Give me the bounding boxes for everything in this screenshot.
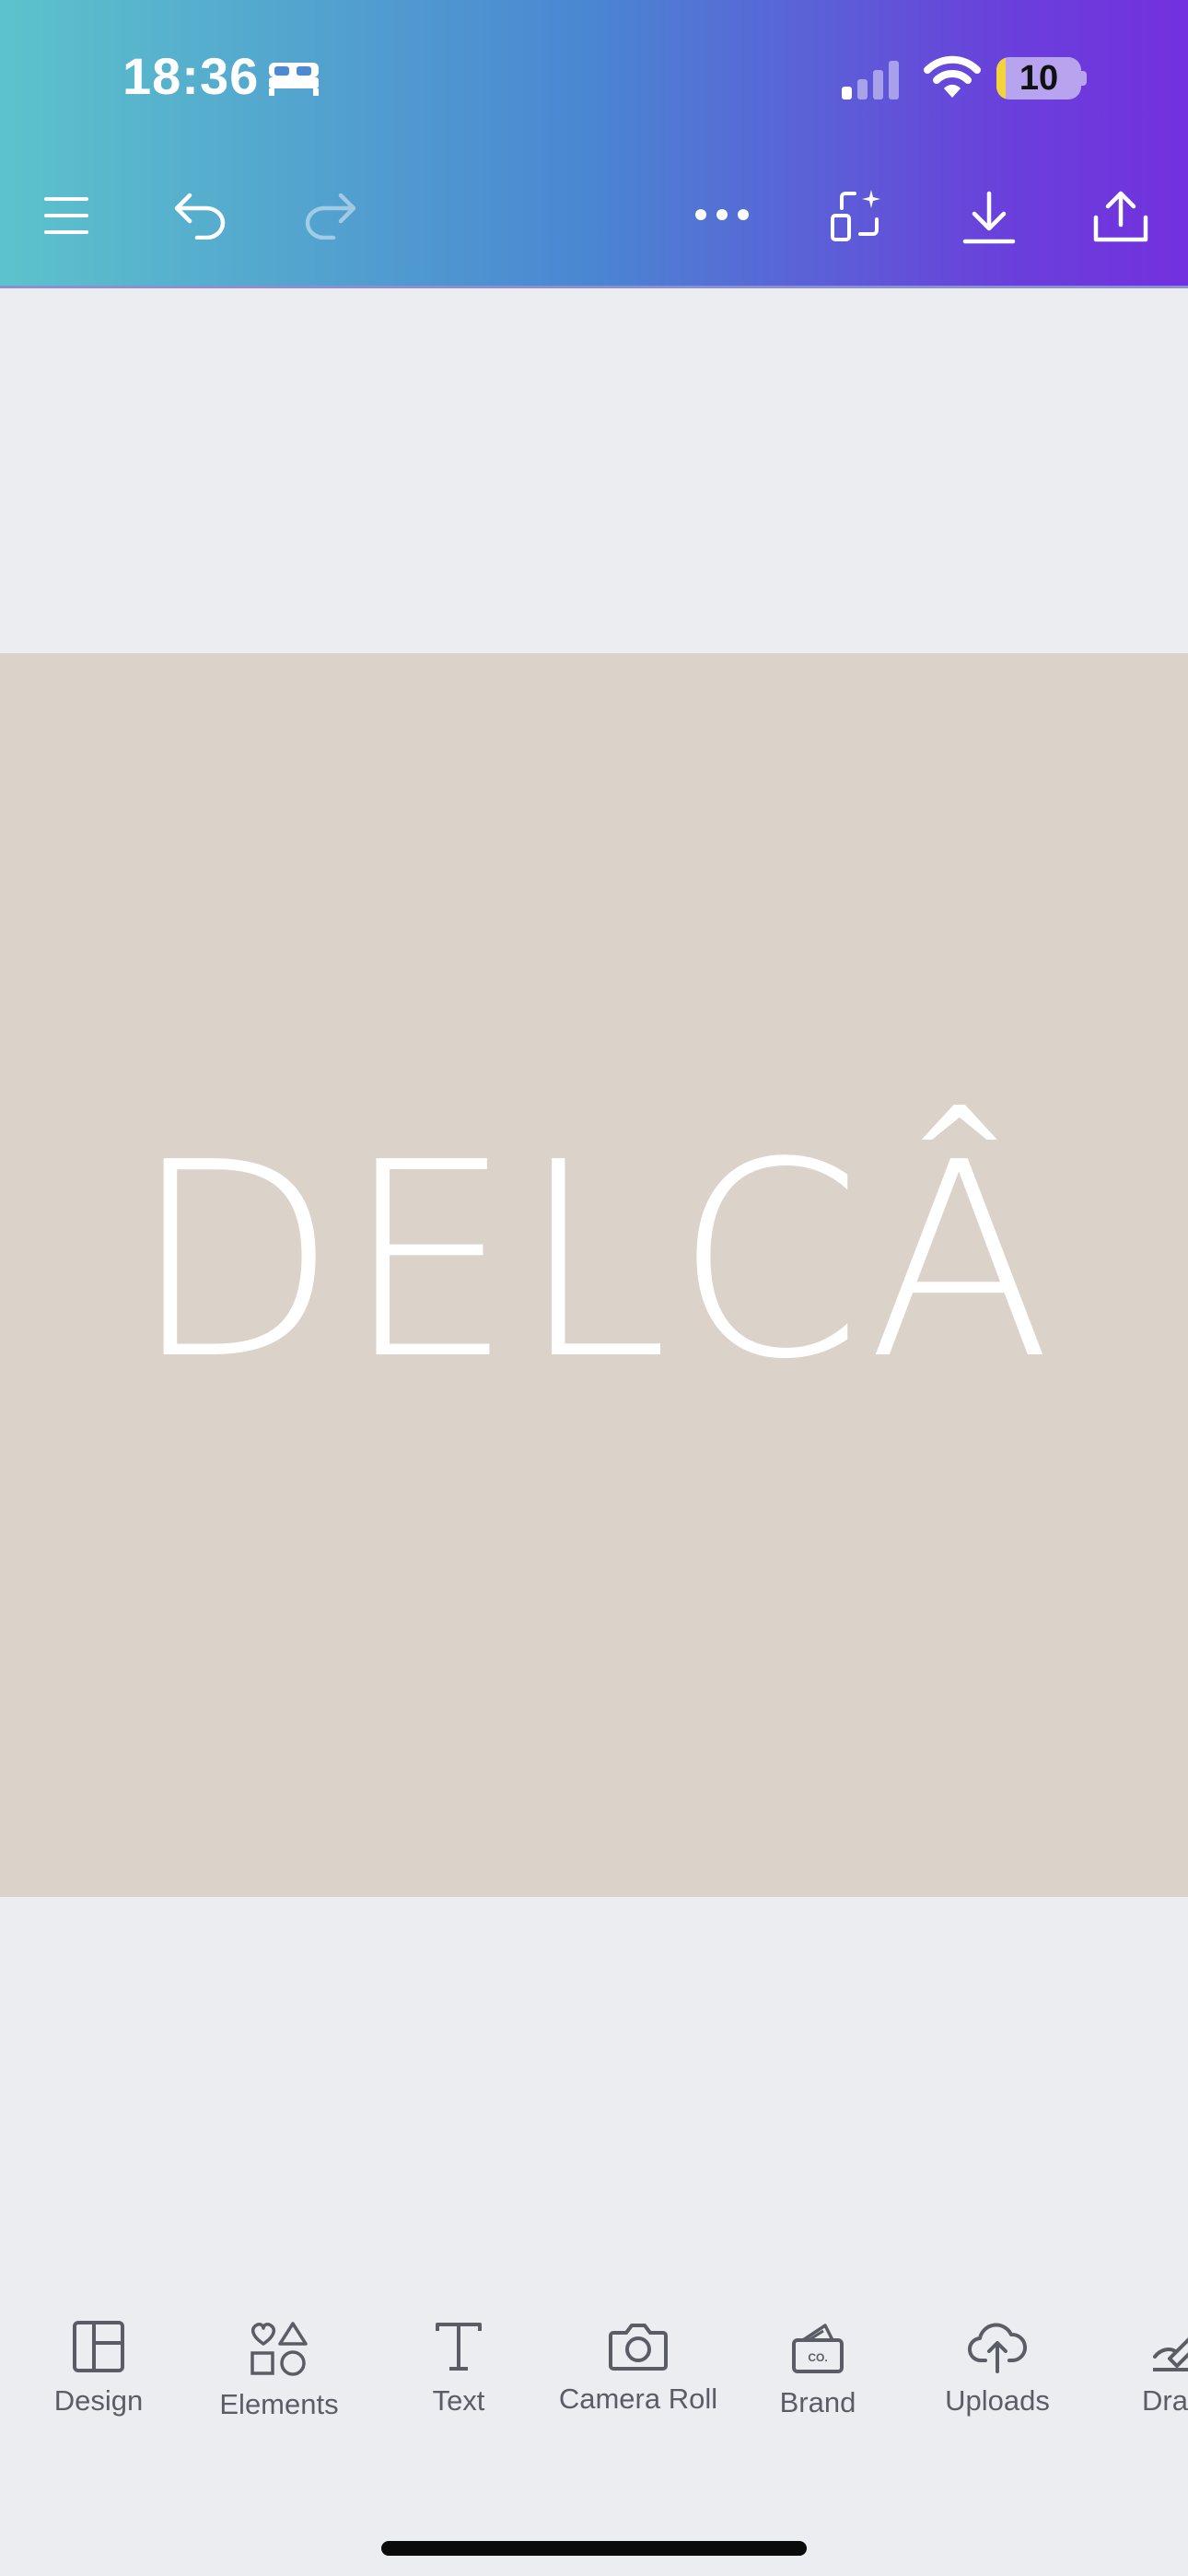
elements-icon [250,2322,308,2376]
more-icon[interactable] [694,208,750,221]
svg-text:CO.: CO. [808,2351,827,2364]
battery-level: 10 [1019,59,1059,98]
nav-item-design[interactable]: Design [6,2320,191,2418]
status-time: 18:36 [122,47,260,105]
nav-label-draw: Dra [1142,2384,1188,2417]
magic-resize-icon[interactable] [829,188,884,243]
home-indicator[interactable] [381,2541,807,2556]
text-icon [436,2323,482,2371]
download-icon[interactable] [961,190,1017,245]
design-canvas[interactable]: DELCÂ [0,653,1188,1897]
undo-icon[interactable] [173,190,228,240]
battery-icon: 10 [996,57,1081,100]
nav-item-draw[interactable]: Dra [1085,2320,1188,2418]
nav-item-uploads[interactable]: Uploads [905,2320,1089,2418]
wifi-icon [924,55,981,98]
nav-item-elements[interactable]: Elements [187,2320,371,2421]
uploads-icon [968,2323,1028,2373]
share-icon[interactable] [1092,188,1149,245]
nav-label-uploads: Uploads [945,2384,1050,2417]
nav-label-brand: Brand [779,2386,856,2418]
menu-icon[interactable] [44,195,88,236]
brand-icon: CO. [792,2324,844,2373]
redo-icon[interactable] [302,190,357,240]
nav-label-elements: Elements [219,2388,339,2420]
canvas-text-delca[interactable]: DELCÂ [0,1114,1188,1409]
design-icon [73,2321,124,2372]
draw-icon [1153,2337,1188,2371]
header-bar: 18:36 10 [0,0,1188,288]
bottom-nav: Design Elements Text Camera Roll CO. Bra… [0,2320,1188,2449]
camera-icon [609,2324,668,2371]
nav-item-brand[interactable]: CO. Brand [726,2320,910,2419]
nav-label-design: Design [53,2384,144,2417]
signal-icon [842,61,899,100]
nav-label-text: Text [432,2384,485,2417]
nav-item-text[interactable]: Text [367,2320,551,2418]
nav-label-camera-roll: Camera Roll [558,2383,718,2415]
nav-item-camera-roll[interactable]: Camera Roll [546,2320,730,2416]
bed-icon [269,63,319,96]
